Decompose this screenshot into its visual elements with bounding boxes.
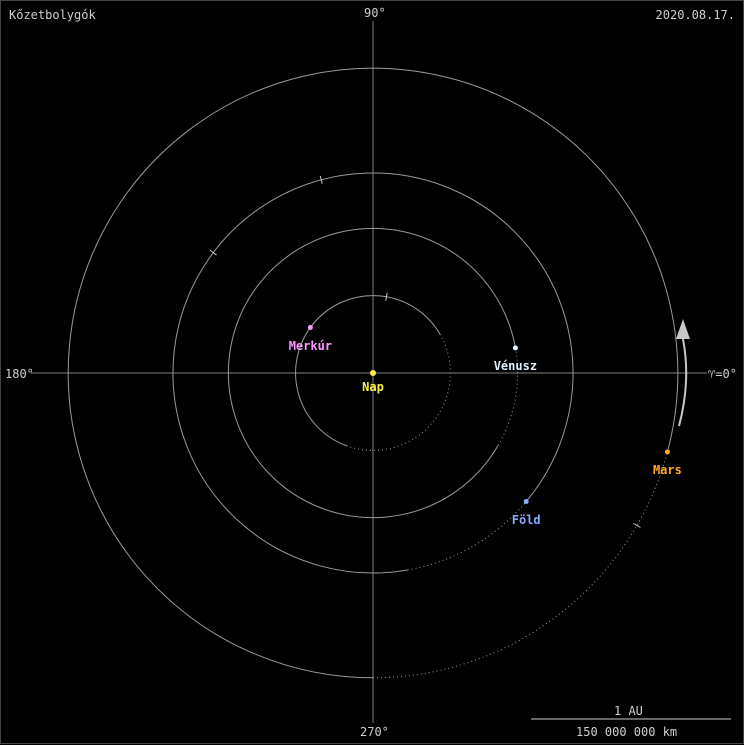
planet-marker-earth xyxy=(523,499,529,505)
planet-label-mars: Mars xyxy=(652,462,682,477)
orbit-dotted-mars xyxy=(372,451,668,679)
planet-label-mercury: Merkúr xyxy=(288,338,333,353)
orbit-mercury xyxy=(295,295,441,447)
solar-system-diagram: Kőzetbolygók 2020.08.17. 90° 180° 270° ♈… xyxy=(0,0,744,744)
scale-label: 1 AU xyxy=(614,704,643,718)
axis-label-180: 180° xyxy=(5,367,34,381)
planet-label-venus: Vénusz xyxy=(493,358,538,373)
orbit-tick xyxy=(209,249,217,256)
axis-label-0: ♈=0° xyxy=(708,367,737,381)
diagram-title: Kőzetbolygók xyxy=(9,8,96,22)
orbit-canvas xyxy=(31,21,731,723)
axis-label-90: 90° xyxy=(364,6,386,20)
planet-marker-venus xyxy=(512,345,518,351)
direction-arrow-head xyxy=(676,319,690,339)
bodies xyxy=(307,325,670,505)
orbit-tick xyxy=(385,292,388,301)
sun-marker xyxy=(370,370,376,376)
date-label: 2020.08.17. xyxy=(655,8,735,22)
direction-arrow-shaft xyxy=(678,338,688,427)
axes xyxy=(31,21,707,723)
sun-label: Nap xyxy=(362,380,384,394)
orbit-dotted-earth xyxy=(407,501,527,571)
planet-marker-mercury xyxy=(307,325,313,331)
planet-marker-mars xyxy=(664,449,670,455)
orbit-tick xyxy=(633,522,641,528)
scale-value: 150 000 000 km xyxy=(576,725,678,739)
axis-label-270: 270° xyxy=(360,725,389,739)
planet-label-earth: Föld xyxy=(511,512,541,527)
